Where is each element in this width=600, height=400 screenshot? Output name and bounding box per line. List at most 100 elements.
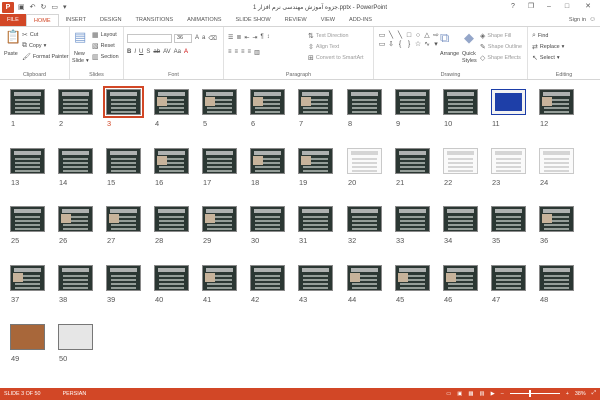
brace-shape-icon[interactable]: { [396,40,404,48]
quick-styles-button-line2[interactable]: Styles [462,58,477,64]
shadow-icon[interactable]: S [146,49,150,55]
quick-styles-icon[interactable]: ◆ [464,30,474,46]
slide-thumbnail[interactable] [395,89,430,115]
slide-thumbnail[interactable] [154,206,189,232]
slide-thumbnail[interactable] [106,206,141,232]
tab-animations[interactable]: ANIMATIONS [180,14,228,26]
tab-review[interactable]: REVIEW [278,14,314,26]
slide-thumbnail[interactable] [202,265,237,291]
shape-fill-button[interactable]: ◈ Shape Fill [480,32,511,40]
slide-thumbnail[interactable] [250,89,285,115]
bold-icon[interactable]: B [127,49,131,55]
font-name-box[interactable] [127,34,172,43]
layout-button[interactable]: ▦ Layout [92,31,117,39]
columns-icon[interactable]: ▥ [254,49,260,56]
start-icon[interactable]: ▭ [51,3,58,11]
increase-indent-icon[interactable]: ⇥ [252,34,257,41]
slide-thumbnail[interactable] [10,206,45,232]
clear-format-icon[interactable]: ⌫ [208,35,216,42]
slide-thumbnail[interactable] [202,206,237,232]
slide-thumbnail[interactable] [106,148,141,174]
align-text-button[interactable]: ⇳ Align Text [308,43,339,51]
slide-thumbnail[interactable] [298,265,333,291]
paste-icon[interactable]: 📋 [5,29,21,45]
brace2-shape-icon[interactable]: } [405,40,413,48]
slide-thumbnail[interactable] [491,206,526,232]
slide-thumbnail[interactable] [491,265,526,291]
slide-thumbnail[interactable] [58,206,93,232]
tab-home[interactable]: HOME [25,14,59,26]
arrange-button[interactable]: Arrange [440,51,459,57]
slide-thumbnail[interactable] [298,148,333,174]
change-case-icon[interactable]: Aa [174,49,181,55]
maximize-button[interactable]: □ [558,0,576,12]
tab-add-ins[interactable]: ADD-INS [342,14,379,26]
zoom-in-icon[interactable]: + [566,391,569,397]
shapes-gallery[interactable]: ▭ ╲ ╲ □ ○ △ ⇨ ▭ ⇩ { } ☆ ∿ ▾ [378,31,439,61]
undo-icon[interactable]: ↶ [30,3,36,11]
paste-button[interactable]: Paste [4,51,18,57]
notes-icon[interactable]: ▭ [446,391,451,397]
slide-thumbnail[interactable] [491,148,526,174]
slide-thumbnail[interactable] [154,148,189,174]
zoom-out-icon[interactable]: – [501,391,504,397]
sign-in-link[interactable]: Sign in [569,17,586,23]
tab-slide-show[interactable]: SLIDE SHOW [229,14,278,26]
slide-thumbnail[interactable] [250,206,285,232]
slide-thumbnail[interactable] [58,148,93,174]
slide-thumbnail[interactable] [443,148,478,174]
char-spacing-icon[interactable]: AV [163,49,171,55]
reset-button[interactable]: ▧ Reset [92,42,115,50]
justify-icon[interactable]: ≡ [248,49,252,56]
slideshow-view-icon[interactable]: ▶ [491,391,495,397]
slide-thumbnail[interactable] [58,324,93,350]
slide-thumbnail[interactable] [347,89,382,115]
line2-shape-icon[interactable]: ╲ [396,31,404,39]
zoom-level[interactable]: 38% [575,391,586,397]
quick-styles-button[interactable]: Quick [462,51,476,57]
format-painter-button[interactable]: 🖌 Format Painter [22,53,69,61]
zoom-slider[interactable] [509,390,560,397]
find-button[interactable]: ⌕ Find [532,32,548,40]
font-color-icon[interactable]: A [184,49,188,55]
slide-thumbnail[interactable] [58,265,93,291]
slide-thumbnail[interactable] [395,206,430,232]
zoom-slider-thumb[interactable] [528,390,531,397]
rect-shape-icon[interactable]: □ [405,31,413,39]
slide-thumbnail[interactable] [58,89,93,115]
replace-button[interactable]: ⇄ Replace ▾ [532,43,564,51]
arrange-icon[interactable]: ⧉ [440,30,449,46]
numbering-icon[interactable]: ≣ [236,34,241,41]
slide-thumbnail[interactable] [103,86,144,118]
slide-thumbnail[interactable] [10,89,45,115]
arrow2-shape-icon[interactable]: ⇩ [387,40,395,48]
line-spacing-icon[interactable]: ↕ [267,34,270,41]
slide-thumbnail[interactable] [539,148,574,174]
powerpoint-logo-icon[interactable]: P [2,1,14,13]
rect2-shape-icon[interactable]: ▭ [378,40,386,48]
language-indicator[interactable]: PERSIAN [63,391,87,397]
slide-thumbnail[interactable] [154,265,189,291]
save-icon[interactable]: ▣ [18,3,25,11]
slide-thumbnail[interactable] [443,89,478,115]
grow-font-icon[interactable]: A [195,35,199,42]
textbox-shape-icon[interactable]: ▭ [378,31,386,39]
star-shape-icon[interactable]: ☆ [414,40,422,48]
line-shape-icon[interactable]: ╲ [387,31,395,39]
slide-thumbnail[interactable] [298,206,333,232]
align-center-icon[interactable]: ≡ [235,49,239,56]
tab-view[interactable]: VIEW [314,14,342,26]
shrink-font-icon[interactable]: a [202,35,205,42]
shape-outline-button[interactable]: ✎ Shape Outline [480,43,522,51]
normal-view-icon[interactable]: ▣ [457,391,462,397]
select-button[interactable]: ↖ Select ▾ [532,54,560,62]
shape-effects-button[interactable]: ◇ Shape Effects [480,54,521,62]
decrease-indent-icon[interactable]: ⇤ [244,34,249,41]
tab-file[interactable]: FILE [0,14,26,26]
cut-button[interactable]: ✂ Cut [22,31,38,39]
close-button[interactable]: ✕ [576,0,600,12]
slide-thumbnail[interactable] [106,265,141,291]
section-button[interactable]: ▥ Section [92,53,119,61]
new-slide-button[interactable]: New [74,51,85,57]
strikethrough-icon[interactable]: ab [153,49,160,55]
